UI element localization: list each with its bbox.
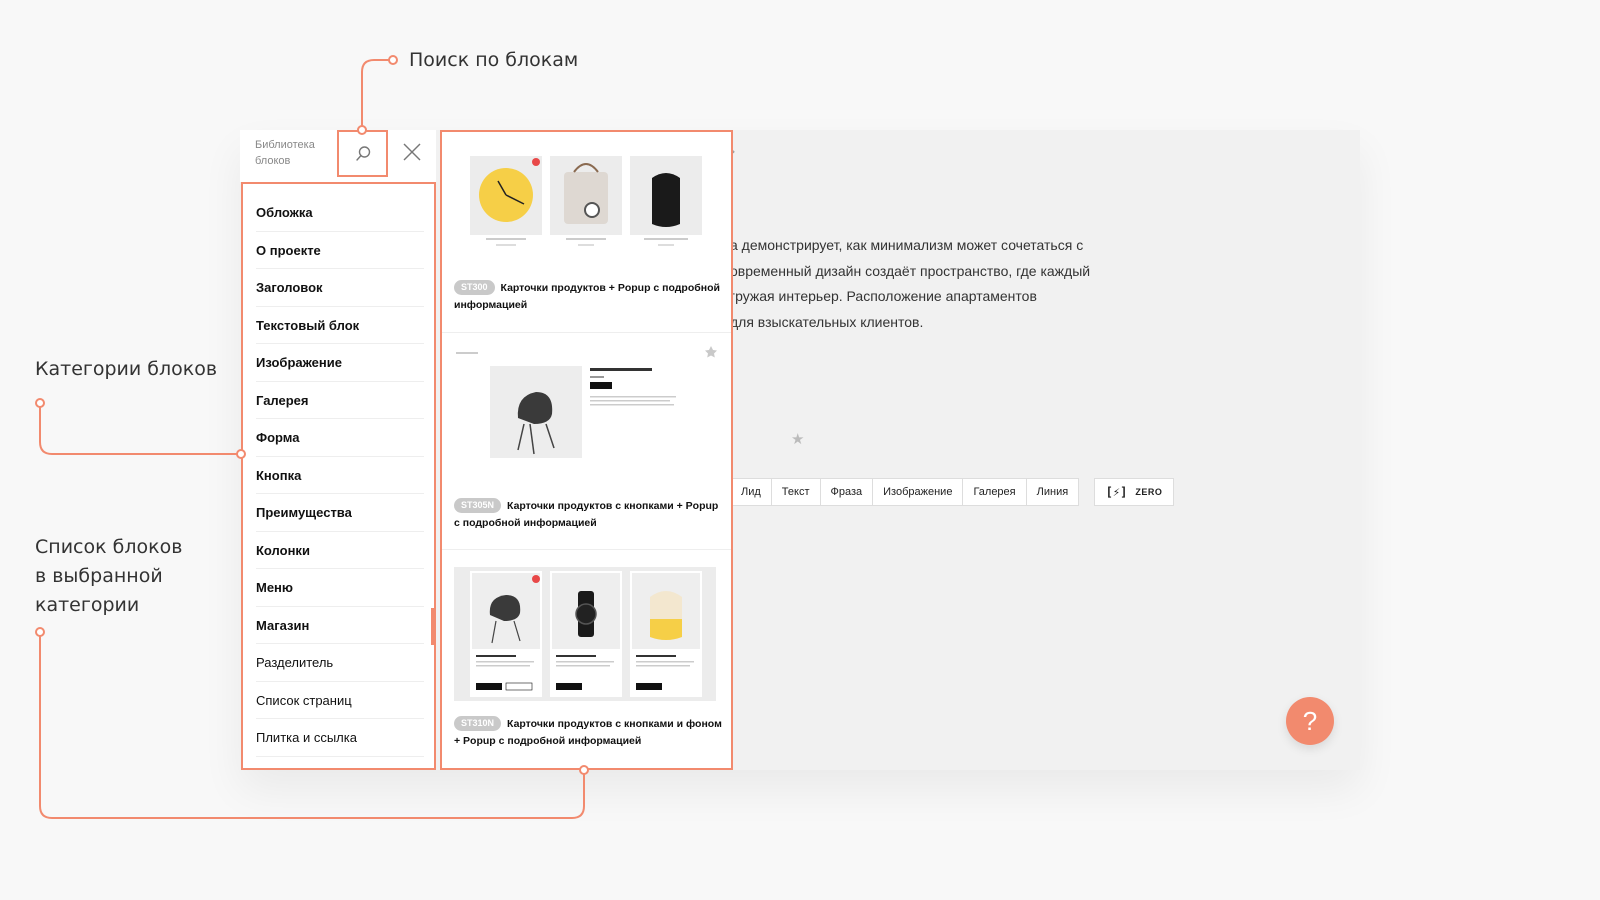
block-preview (456, 346, 717, 458)
star-icon[interactable]: ★ (791, 432, 804, 447)
divider (442, 332, 731, 333)
category-item-columns[interactable]: Колонки (256, 532, 424, 569)
category-item-gallery[interactable]: Галерея (256, 382, 424, 419)
category-item-text-block[interactable]: Текстовый блок (256, 307, 424, 344)
close-button[interactable] (400, 140, 424, 164)
type-button-phrase[interactable]: Фраза (821, 479, 874, 505)
zero-label: ZERO (1135, 487, 1163, 497)
type-button-text[interactable]: Текст (772, 479, 821, 505)
block-card-st305n[interactable] (454, 344, 719, 484)
editor-text-line: для взыскательных клиентов. (730, 313, 924, 330)
category-item-button[interactable]: Кнопка (256, 457, 424, 494)
editor-text-line: а демонстрирует, как минимализм может со… (730, 237, 1084, 253)
annotation-search: Поиск по блокам (409, 49, 579, 71)
editor-text-line: гружая интерьер. Расположение апартамент… (730, 288, 1037, 304)
block-preview (454, 567, 716, 701)
type-button-line[interactable]: Линия (1027, 479, 1079, 505)
category-list: Обложка О проекте Заголовок Текстовый бл… (241, 182, 436, 770)
category-item-about[interactable]: О проекте (256, 232, 424, 269)
annotation-categories: Категории блоков (35, 358, 218, 380)
category-item-menu[interactable]: Меню (256, 569, 424, 607)
zero-icon: [⚡] (1105, 485, 1128, 499)
block-list: ST300 Карточки продуктов + Popup с подроб… (440, 130, 733, 770)
category-item-image[interactable]: Изображение (256, 344, 424, 382)
category-item-divider[interactable]: Разделитель (256, 644, 424, 682)
category-item-heading[interactable]: Заголовок (256, 269, 424, 307)
type-button-gallery[interactable]: Галерея (963, 479, 1027, 505)
type-button-lead[interactable]: Лид (731, 479, 772, 505)
block-caption: ST305N Карточки продуктов с кнопками + Po… (454, 498, 722, 532)
block-card-st310n[interactable] (454, 567, 719, 703)
search-button[interactable] (337, 130, 388, 177)
editor-paragraph: а демонстрирует, как минимализм может со… (730, 233, 1130, 335)
category-item-features[interactable]: Преимущества (256, 494, 424, 532)
category-item-cover[interactable]: Обложка (256, 194, 424, 232)
annotation-block-list: Список блоков в выбранной категории (35, 536, 183, 616)
category-item-shop[interactable]: Магазин (256, 607, 424, 644)
block-type-bar: Лид Текст Фраза Изображение Галерея Лини… (730, 478, 1080, 506)
selected-indicator (431, 608, 434, 645)
block-code-badge: ST310N (454, 716, 502, 731)
library-title: Библиотека блоков (255, 139, 315, 167)
category-item-form[interactable]: Форма (256, 419, 424, 457)
block-caption: ST310N Карточки продуктов с кнопками и фо… (454, 716, 722, 750)
help-button[interactable]: ? (1286, 697, 1334, 745)
close-icon (403, 143, 421, 161)
zero-block-button[interactable]: [⚡] ZERO (1094, 478, 1174, 506)
search-icon (355, 145, 370, 161)
divider (442, 549, 731, 550)
category-item-page-list[interactable]: Список страниц (256, 682, 424, 719)
category-item-tile-link[interactable]: Плитка и ссылка (256, 719, 424, 757)
block-caption: ST300 Карточки продуктов + Popup с подроб… (454, 280, 722, 314)
block-code-badge: ST300 (454, 280, 495, 295)
block-code-badge: ST305N (454, 498, 502, 513)
editor-text-line: овременный дизайн создаёт пространство, … (730, 262, 1091, 279)
type-button-image[interactable]: Изображение (873, 479, 964, 505)
